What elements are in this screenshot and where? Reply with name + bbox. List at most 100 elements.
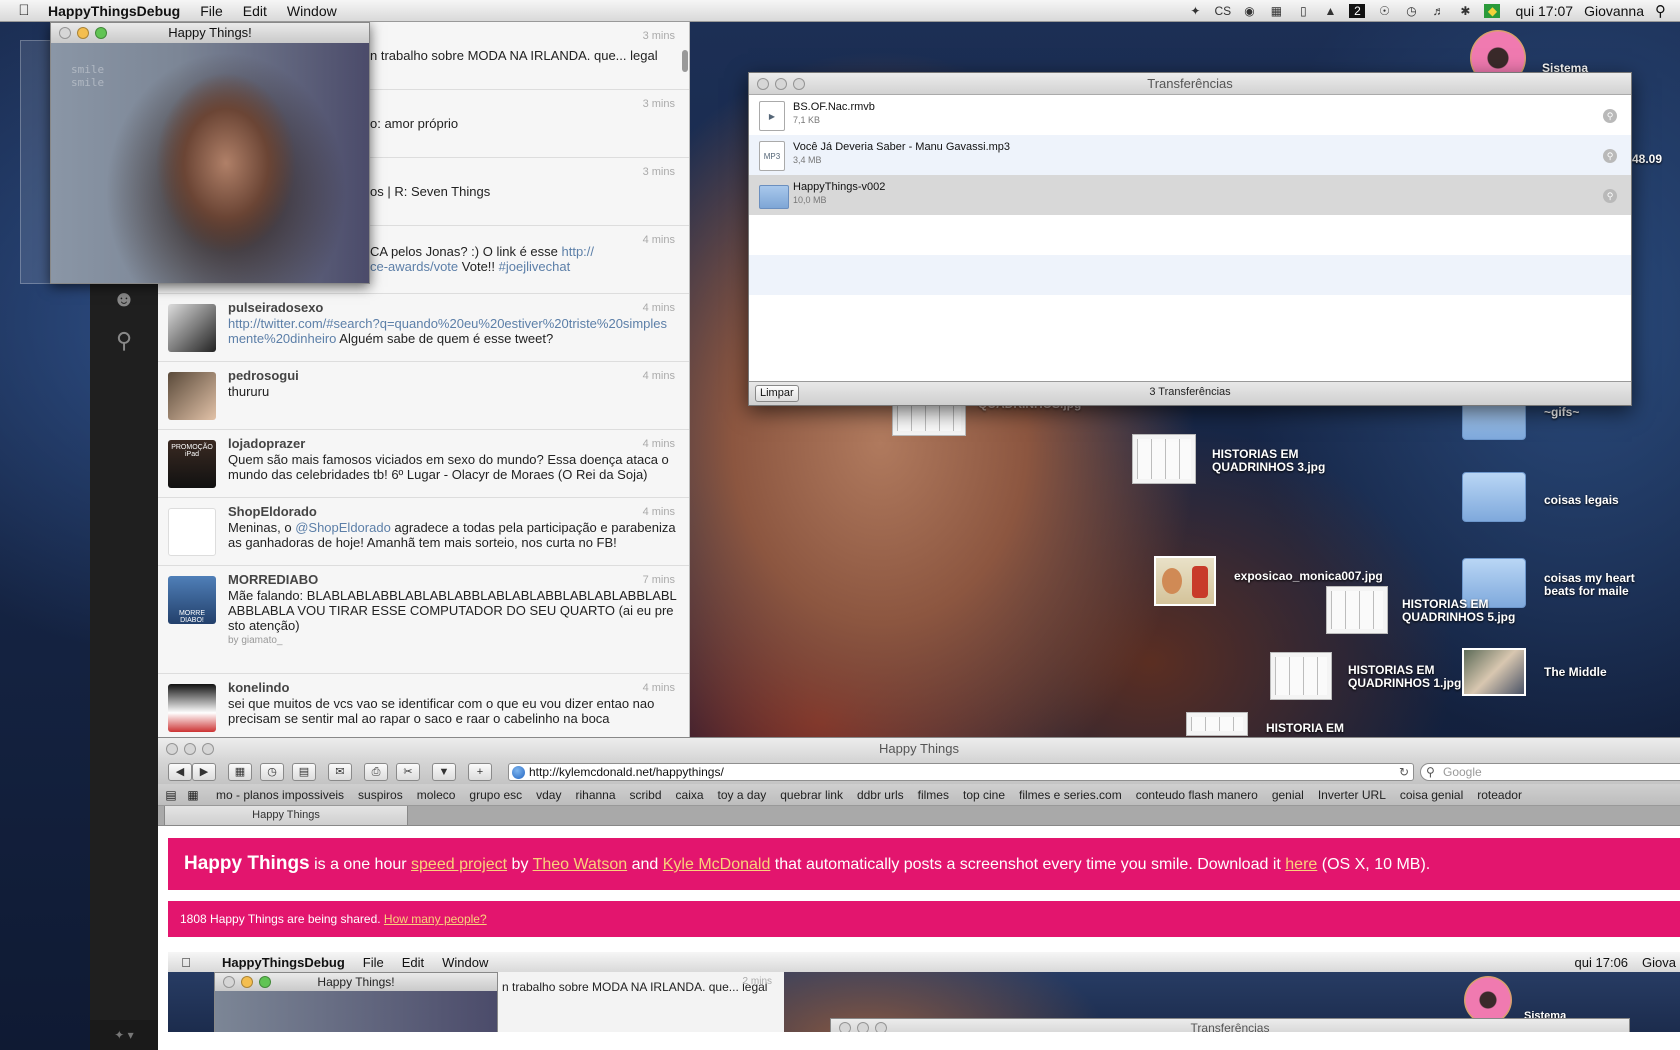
forward-button[interactable]: ▶ bbox=[192, 763, 216, 781]
chrome-icon[interactable]: ◉ bbox=[1241, 4, 1257, 18]
tweet-user[interactable]: ShopEldorado bbox=[228, 504, 677, 519]
tweet[interactable]: ShopEldorado Meninas, o @ShopEldorado ag… bbox=[158, 498, 689, 566]
bookmark[interactable]: conteudo flash manero bbox=[1136, 788, 1258, 802]
download-item[interactable]: HappyThings-v002 10,0 MB ⚲ bbox=[749, 175, 1631, 215]
bookmark[interactable]: toy a day bbox=[718, 788, 767, 802]
menubar-clock[interactable]: qui 17:07 bbox=[1515, 3, 1573, 19]
apple-icon[interactable]:  bbox=[0, 2, 48, 19]
two-icon[interactable]: 2 bbox=[1349, 3, 1366, 18]
history-button[interactable]: ◷ bbox=[260, 763, 284, 781]
minimize-button[interactable] bbox=[775, 78, 787, 90]
timeline-scrollbar[interactable] bbox=[682, 50, 688, 72]
bookmark[interactable]: quebrar link bbox=[780, 788, 843, 802]
avatar[interactable] bbox=[168, 508, 216, 556]
bookmark[interactable]: filmes e series.com bbox=[1019, 788, 1122, 802]
theo-watson-link[interactable]: Theo Watson bbox=[533, 856, 628, 873]
bookmark[interactable]: roteador bbox=[1477, 788, 1522, 802]
spotlight-icon[interactable]: ⚲ bbox=[1655, 2, 1666, 20]
bookmark[interactable]: rihanna bbox=[575, 788, 615, 802]
brazil-flag-icon[interactable]: ◆ bbox=[1484, 3, 1501, 18]
search-icon[interactable]: ⚲ bbox=[112, 328, 136, 353]
screenshot-button[interactable]: ✂ bbox=[396, 763, 420, 781]
bookmarks-button[interactable]: ▤ bbox=[292, 763, 316, 781]
bookmark[interactable]: genial bbox=[1272, 788, 1304, 802]
bluetooth-icon[interactable]: ✱ bbox=[1457, 4, 1473, 18]
twitter-compose-icon[interactable]: ✦ ▾ bbox=[90, 1020, 158, 1050]
tab-happy-things[interactable]: Happy Things bbox=[164, 806, 408, 826]
avatar[interactable]: MORRE DIABO! bbox=[168, 576, 216, 624]
address-bar[interactable]: http://kylemcdonald.net/happythings/ ↻ bbox=[508, 763, 1414, 781]
screenshot-preview[interactable]:  HappyThingsDebug File Edit Window qui … bbox=[168, 952, 1680, 1032]
download-item[interactable]: MP3 Você Já Deveria Saber - Manu Gavassi… bbox=[749, 135, 1631, 175]
bookmark[interactable]: caixa bbox=[676, 788, 704, 802]
reload-icon[interactable]: ↻ bbox=[1399, 764, 1409, 780]
reading-list-icon[interactable]: ▤ bbox=[162, 788, 180, 802]
profile-icon[interactable]: ☻ bbox=[112, 286, 136, 311]
bookmark[interactable]: ddbr urls bbox=[857, 788, 904, 802]
avatar[interactable] bbox=[168, 372, 216, 420]
close-button[interactable] bbox=[166, 743, 178, 755]
bookmark[interactable]: suspiros bbox=[358, 788, 403, 802]
webcam-titlebar[interactable]: Happy Things! bbox=[51, 23, 369, 43]
tweet-mention[interactable]: @ShopEldorado bbox=[295, 520, 391, 535]
avatar[interactable] bbox=[168, 684, 216, 732]
close-button[interactable] bbox=[757, 78, 769, 90]
tweet-user[interactable]: pedrosogui bbox=[228, 368, 677, 383]
menu-edit[interactable]: Edit bbox=[243, 3, 267, 19]
back-button[interactable]: ◀ bbox=[168, 763, 192, 781]
tweet-link[interactable]: http:// bbox=[561, 244, 594, 259]
menu-window[interactable]: Window bbox=[287, 3, 337, 19]
tweet[interactable]: konelindo sei que muitos de vcs vao se i… bbox=[158, 674, 689, 737]
tweet[interactable]: PROMOÇÃO iPad lojadoprazer Quem são mais… bbox=[158, 430, 689, 498]
tweet[interactable]: pulseiradosexo http://twitter.com/#searc… bbox=[158, 294, 689, 362]
volume-icon[interactable]: ♬ bbox=[1430, 4, 1446, 18]
webcam-window[interactable]: Happy Things! smile smile bbox=[50, 22, 370, 284]
speed-project-link[interactable]: speed project bbox=[411, 856, 507, 873]
tweet-hashtag[interactable]: #joejlivechat bbox=[499, 259, 571, 274]
reveal-magnifier-icon[interactable]: ⚲ bbox=[1603, 189, 1617, 203]
battery-icon[interactable]: ▯ bbox=[1295, 4, 1311, 18]
accessibility-icon[interactable]: ☉ bbox=[1376, 4, 1392, 18]
avatar[interactable] bbox=[168, 304, 216, 352]
time-machine-icon[interactable]: ◷ bbox=[1403, 4, 1419, 18]
minimize-button[interactable] bbox=[77, 27, 89, 39]
cs-icon[interactable]: CS bbox=[1214, 4, 1231, 18]
tweet-user[interactable]: MORREDIABO bbox=[228, 572, 677, 587]
reveal-magnifier-icon[interactable]: ⚲ bbox=[1603, 109, 1617, 123]
add-bookmark-button[interactable]: + bbox=[468, 763, 492, 781]
kyle-mcdonald-link[interactable]: Kyle McDonald bbox=[663, 856, 771, 873]
tweet-user[interactable]: lojadoprazer bbox=[228, 436, 677, 451]
tweet-user[interactable]: pulseiradosexo bbox=[228, 300, 677, 315]
top-sites-icon[interactable]: ▦ bbox=[184, 788, 202, 802]
mail-button[interactable]: ✉ bbox=[328, 763, 352, 781]
print-button[interactable]: ⎙ bbox=[364, 763, 388, 781]
bookmark[interactable]: mo - planos impossiveis bbox=[216, 788, 344, 802]
search-field[interactable]: ⚲ Google bbox=[1420, 763, 1680, 781]
how-many-people-link[interactable]: How many people? bbox=[384, 912, 487, 926]
downloads-titlebar[interactable]: Transferências bbox=[749, 73, 1631, 95]
bookmark[interactable]: scribd bbox=[630, 788, 662, 802]
menubar-user[interactable]: Giovanna bbox=[1584, 3, 1644, 19]
tweet[interactable]: pedrosogui thururu 4 mins bbox=[158, 362, 689, 430]
bookmark[interactable]: moleco bbox=[417, 788, 456, 802]
bookmark[interactable]: top cine bbox=[963, 788, 1005, 802]
zoom-button[interactable] bbox=[95, 27, 107, 39]
bookmark[interactable]: grupo esc bbox=[469, 788, 522, 802]
app-menu[interactable]: HappyThingsDebug bbox=[48, 3, 180, 19]
zoom-button[interactable] bbox=[793, 78, 805, 90]
bookmark[interactable]: filmes bbox=[918, 788, 949, 802]
tweet[interactable]: MORRE DIABO! MORREDIABO Mãe falando: BLA… bbox=[158, 566, 689, 674]
safari-titlebar[interactable]: Happy Things bbox=[158, 738, 1680, 760]
tweet-link[interactable]: ce-awards/vote bbox=[370, 259, 458, 274]
twitter-icon[interactable]: ✦ bbox=[1187, 4, 1203, 18]
close-button[interactable] bbox=[59, 27, 71, 39]
tweet-user[interactable]: konelindo bbox=[228, 680, 677, 695]
download-button[interactable]: ▼ bbox=[432, 763, 456, 781]
wifi-icon[interactable]: ▲ bbox=[1322, 4, 1338, 18]
bookmark[interactable]: Inverter URL bbox=[1318, 788, 1386, 802]
top-sites-button[interactable]: ▦ bbox=[228, 763, 252, 781]
avatar[interactable]: PROMOÇÃO iPad bbox=[168, 440, 216, 488]
dropbox-icon[interactable]: ▦ bbox=[1268, 4, 1284, 18]
minimize-button[interactable] bbox=[184, 743, 196, 755]
bookmark[interactable]: coisa genial bbox=[1400, 788, 1463, 802]
